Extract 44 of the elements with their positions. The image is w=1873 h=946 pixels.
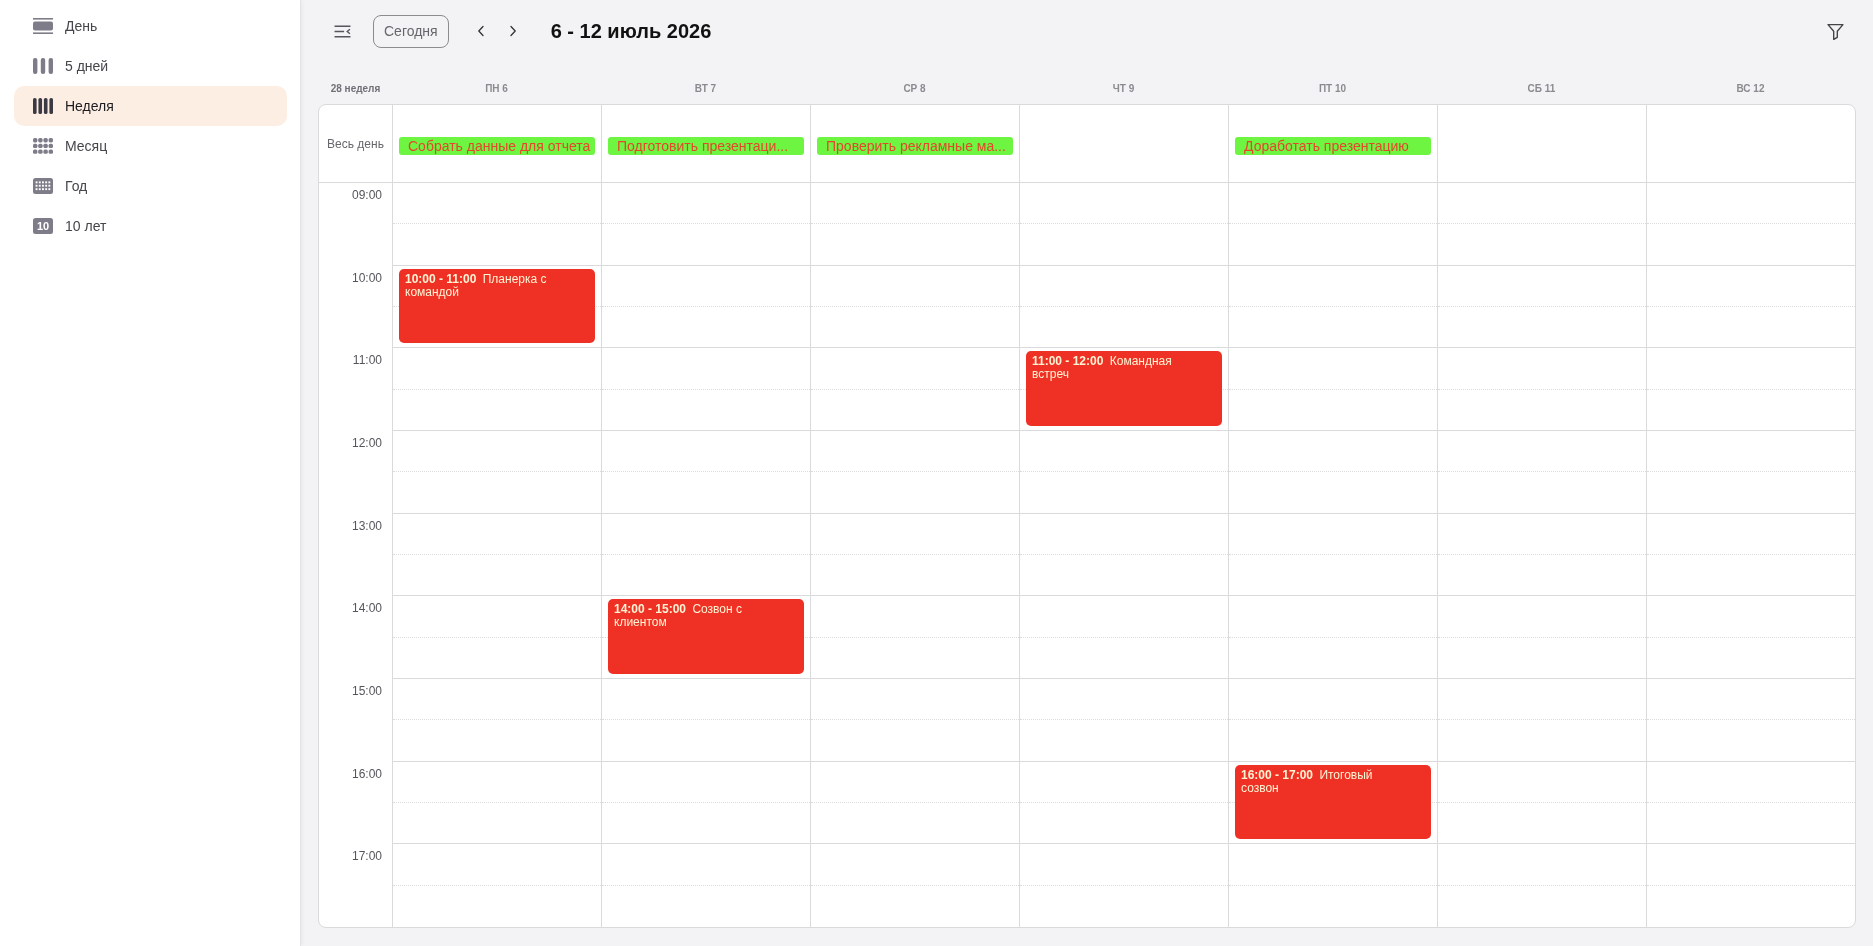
date-range-title: 6 - 12 июль 2026 xyxy=(550,19,712,43)
three-columns-icon xyxy=(33,58,53,74)
hour-label: 15:00 xyxy=(351,684,382,698)
today-button[interactable]: Сегодня xyxy=(373,14,449,48)
week-number-label: 28 неделя xyxy=(330,83,381,94)
day-header: ВС 12 xyxy=(1736,83,1765,94)
event-card[interactable]: 11:00 - 12:00 Командная встреч xyxy=(1026,351,1222,426)
view-menu-item[interactable]: Месяц xyxy=(14,126,287,166)
view-menu-item[interactable]: Год xyxy=(14,166,287,206)
hour-label: 13:00 xyxy=(351,518,382,533)
menu-collapse-icon xyxy=(333,24,351,38)
horizontal-bar-icon xyxy=(33,18,53,34)
day-header: ПН 6 xyxy=(485,83,508,94)
all-day-event[interactable]: Доработать презентацию xyxy=(1235,136,1431,155)
chevron-right-icon xyxy=(508,25,517,37)
day-header: ЧТ 9 xyxy=(1112,83,1135,94)
day-header: СБ 11 xyxy=(1527,83,1556,94)
view-menu-item[interactable]: 10 10 лет xyxy=(14,206,287,246)
event-card[interactable]: 14:00 - 15:00 Созвон с клиентом xyxy=(608,599,804,674)
decade-badge: 10 xyxy=(33,218,53,234)
day-header: ВТ 7 xyxy=(694,83,717,94)
dot-grid-icon xyxy=(33,138,53,154)
chevron-left-icon xyxy=(476,25,485,37)
filter-icon xyxy=(1826,22,1844,40)
view-menu-item[interactable]: Неделя xyxy=(14,86,287,126)
all-day-event[interactable]: Собрать данные для отчета xyxy=(399,136,595,155)
hour-label: 17:00 xyxy=(351,849,382,864)
event-card[interactable]: 10:00 - 11:00 Планерка с командой xyxy=(399,268,595,344)
all-day-event[interactable]: Подготовить презентаци... xyxy=(608,136,804,155)
hour-label: 14:00 xyxy=(351,601,382,616)
hour-label: 09:00 xyxy=(351,188,382,202)
day-header: СР 8 xyxy=(903,83,926,94)
view-menu-item[interactable]: 5 дней xyxy=(14,46,287,86)
view-menu-item[interactable]: День xyxy=(14,6,287,46)
hour-label: 11:00 xyxy=(352,353,382,368)
four-columns-icon xyxy=(33,98,53,114)
day-header: ПТ 10 xyxy=(1318,83,1347,94)
calendar-grid-icon xyxy=(33,178,53,194)
hour-label: 16:00 xyxy=(351,766,382,781)
hour-label: 12:00 xyxy=(351,436,382,450)
all-day-event[interactable]: Проверить рекламные ма... xyxy=(817,136,1013,155)
all-day-label: Весь день xyxy=(327,136,384,151)
event-card[interactable]: 16:00 - 17:00 Итоговый созвон xyxy=(1235,764,1431,840)
hour-label: 10:00 xyxy=(351,270,382,285)
